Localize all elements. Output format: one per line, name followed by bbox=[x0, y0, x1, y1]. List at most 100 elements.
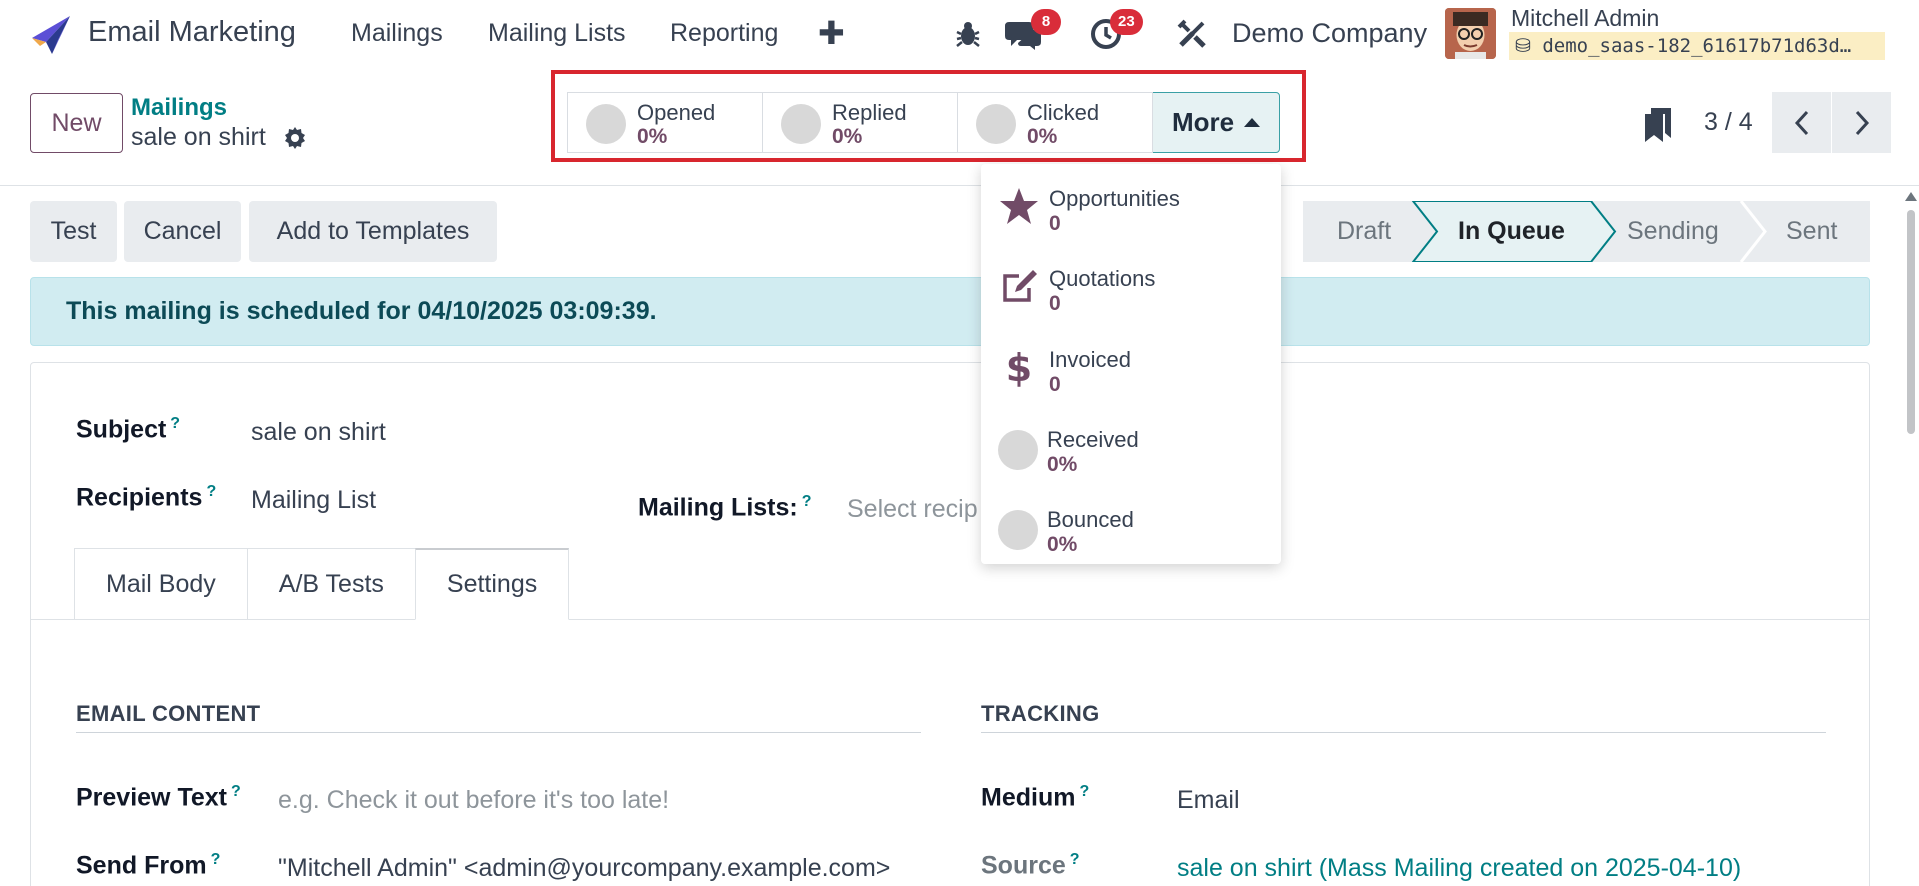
user-name[interactable]: Mitchell Admin bbox=[1511, 5, 1659, 32]
subject-field[interactable]: sale on shirt bbox=[251, 418, 386, 447]
tab-settings[interactable]: Settings bbox=[414, 548, 570, 620]
help-icon[interactable]: ? bbox=[206, 483, 216, 500]
stat-value: 0% bbox=[637, 125, 668, 148]
company-switcher[interactable]: Demo Company bbox=[1232, 18, 1427, 49]
send-from-label: Send From? bbox=[76, 851, 220, 880]
database-icon: ⛁ bbox=[1515, 35, 1543, 57]
user-avatar[interactable] bbox=[1445, 8, 1496, 59]
database-label: demo_saas-182_61617b71d63d… bbox=[1542, 35, 1852, 57]
test-button[interactable]: Test bbox=[30, 201, 117, 262]
app-title[interactable]: Email Marketing bbox=[88, 16, 296, 49]
received-gauge-icon bbox=[998, 430, 1038, 470]
dropdown-item-label: Received bbox=[1047, 427, 1139, 452]
stage-sent[interactable]: Sent bbox=[1786, 201, 1837, 262]
preview-text-label: Preview Text? bbox=[76, 783, 241, 812]
help-icon[interactable]: ? bbox=[1079, 783, 1089, 800]
more-button[interactable]: More bbox=[1152, 92, 1280, 153]
stat-clicked-button[interactable]: Clicked 0% bbox=[957, 92, 1153, 153]
stat-opened-button[interactable]: Opened 0% bbox=[567, 92, 763, 153]
debug-bug-icon[interactable] bbox=[955, 20, 981, 48]
stage-draft[interactable]: Draft bbox=[1337, 201, 1391, 262]
dropdown-item-label: Quotations bbox=[1049, 266, 1156, 291]
clicked-gauge-icon bbox=[976, 104, 1016, 144]
edit-icon bbox=[1003, 270, 1037, 302]
activities-badge: 23 bbox=[1110, 9, 1143, 35]
section-divider bbox=[76, 732, 921, 733]
bounced-gauge-icon bbox=[998, 510, 1038, 550]
medium-label: Medium? bbox=[981, 783, 1089, 812]
smart-buttons: Opened 0% Replied 0% Clicked 0% More bbox=[567, 92, 1280, 153]
preview-text-input[interactable]: e.g. Check it out before it's too late! bbox=[278, 786, 669, 815]
pager-previous-button[interactable] bbox=[1772, 92, 1831, 153]
scroll-up-arrow-icon[interactable] bbox=[1903, 190, 1919, 204]
messages-badge: 8 bbox=[1031, 9, 1061, 35]
breadcrumb-mailings[interactable]: Mailings bbox=[131, 94, 227, 122]
stat-label: Opened bbox=[637, 100, 716, 125]
dropdown-item-label: Bounced bbox=[1047, 507, 1134, 532]
medium-label-text: Medium bbox=[981, 783, 1076, 812]
mailing-lists-input[interactable]: Select recip bbox=[847, 495, 978, 524]
chevron-right-icon bbox=[1855, 110, 1869, 135]
more-label: More bbox=[1171, 107, 1235, 137]
menu-reporting[interactable]: Reporting bbox=[670, 19, 778, 48]
help-icon[interactable]: ? bbox=[211, 851, 221, 868]
stat-label: Clicked bbox=[1027, 100, 1100, 125]
top-navbar: Email Marketing Mailings Mailing Lists R… bbox=[0, 0, 1919, 68]
send-from-field[interactable]: "Mitchell Admin" <admin@yourcompany.exam… bbox=[278, 854, 921, 883]
stage-in-queue[interactable]: In Queue bbox=[1458, 201, 1565, 262]
dropdown-item-invoiced[interactable]: $ Invoiced 0 bbox=[981, 335, 1281, 405]
pager-next-button[interactable] bbox=[1832, 92, 1891, 153]
add-to-templates-button[interactable]: Add to Templates bbox=[249, 201, 497, 262]
stat-replied-button[interactable]: Replied 0% bbox=[762, 92, 958, 153]
settings-tools-icon[interactable] bbox=[1177, 19, 1207, 49]
source-link[interactable]: sale on shirt (Mass Mailing created on 2… bbox=[1177, 854, 1741, 883]
cancel-button[interactable]: Cancel bbox=[124, 201, 241, 262]
new-button[interactable]: New bbox=[30, 93, 123, 153]
subject-label-text: Subject bbox=[76, 415, 167, 444]
notebook-tabs: Mail Body A/B Tests Settings bbox=[74, 548, 570, 620]
dropdown-item-value: 0 bbox=[1049, 212, 1061, 235]
help-icon[interactable]: ? bbox=[231, 783, 241, 800]
tab-ab-tests[interactable]: A/B Tests bbox=[246, 548, 416, 620]
recipients-label: Recipients? bbox=[76, 483, 216, 512]
gear-icon[interactable] bbox=[283, 126, 307, 150]
add-plus-icon[interactable]: ✚ bbox=[818, 14, 845, 52]
star-icon bbox=[1000, 188, 1038, 224]
page-scrollbar[interactable] bbox=[1903, 190, 1919, 886]
dropdown-item-label: Invoiced bbox=[1049, 347, 1131, 372]
help-icon[interactable]: ? bbox=[170, 415, 180, 432]
stat-label: Replied bbox=[832, 100, 907, 125]
section-divider bbox=[981, 732, 1826, 733]
schedule-alert: This mailing is scheduled for 04/10/2025… bbox=[30, 277, 1870, 346]
dropdown-item-bounced[interactable]: Bounced 0% bbox=[981, 495, 1281, 565]
dropdown-item-received[interactable]: Received 0% bbox=[981, 415, 1281, 485]
status-bar: Draft In Queue Sending Sent bbox=[1303, 201, 1870, 262]
chevron-left-icon bbox=[1794, 110, 1808, 135]
dropdown-item-label: Opportunities bbox=[1049, 186, 1180, 211]
medium-field[interactable]: Email bbox=[1177, 786, 1240, 815]
dropdown-item-value: 0 bbox=[1049, 292, 1061, 315]
menu-mailings[interactable]: Mailings bbox=[351, 19, 443, 48]
menu-mailing-lists[interactable]: Mailing Lists bbox=[488, 19, 626, 48]
scroll-thumb[interactable] bbox=[1907, 210, 1915, 434]
subject-label: Subject? bbox=[76, 415, 180, 444]
record-name: sale on shirt bbox=[131, 123, 266, 151]
pager-value[interactable]: 3 / 4 bbox=[1704, 108, 1753, 137]
dropdown-item-opportunities[interactable]: Opportunities 0 bbox=[981, 174, 1281, 244]
bookmark-icon[interactable] bbox=[1645, 108, 1671, 142]
caret-up-icon bbox=[1244, 118, 1261, 127]
recipients-label-text: Recipients bbox=[76, 483, 203, 512]
mailing-lists-label-text: Mailing Lists: bbox=[638, 493, 798, 522]
email-content-title: EMAIL CONTENT bbox=[76, 701, 261, 726]
dropdown-item-quotations[interactable]: Quotations 0 bbox=[981, 254, 1281, 324]
stat-value: 0% bbox=[832, 125, 863, 148]
stage-sending[interactable]: Sending bbox=[1627, 201, 1719, 262]
tracking-title: TRACKING bbox=[981, 701, 1100, 726]
recipients-field[interactable]: Mailing List bbox=[251, 486, 376, 515]
svg-text:$: $ bbox=[1006, 347, 1032, 387]
source-label-text: Source bbox=[981, 851, 1066, 880]
help-icon[interactable]: ? bbox=[802, 493, 812, 510]
help-icon[interactable]: ? bbox=[1070, 851, 1080, 868]
email-marketing-logo-icon[interactable] bbox=[28, 12, 72, 56]
tab-mail-body[interactable]: Mail Body bbox=[74, 548, 248, 620]
